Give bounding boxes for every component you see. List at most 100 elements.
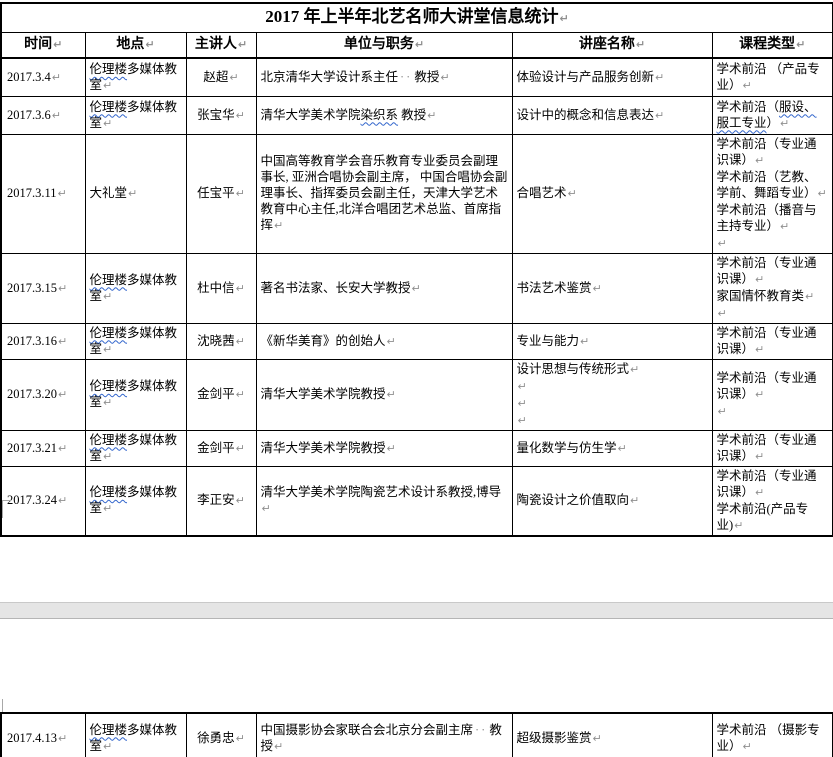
paragraph: 学术前沿（播音与主持专业）↵ [717, 202, 829, 235]
column-header-课程类型[interactable]: 课程类型↵ [712, 32, 833, 58]
paragraph-mark: ↵ [636, 38, 645, 51]
cell-time[interactable]: 2017.3.20↵ [1, 359, 85, 430]
cell-lecture-name[interactable]: 专业与能力↵ [512, 323, 712, 359]
cell-lecture-name[interactable]: 书法艺术鉴赏↵ [512, 253, 712, 323]
cell-course-type[interactable]: 学术前沿（专业通识课）↵ [712, 323, 833, 359]
cell-lecture-name[interactable]: 合唱艺术↵ [512, 134, 712, 253]
cell-lecture-name[interactable]: 陶瓷设计之价值取向↵ [512, 466, 712, 536]
text-segment: 陶瓷设计之价值取向 [517, 493, 630, 507]
paragraph: 书法艺术鉴赏↵ [517, 280, 708, 297]
column-header-时间[interactable]: 时间↵ [1, 32, 85, 58]
text-segment: 设计思想与传统形式 [517, 362, 630, 376]
cell-time[interactable]: 2017.3.24↵ [1, 466, 85, 536]
paragraph-mark: ↵ [655, 109, 664, 122]
cell-unit-position[interactable]: 清华大学美术学院教授↵ [256, 430, 512, 466]
cell-location[interactable]: 伦理楼多媒体教室↵ [85, 96, 186, 134]
text-segment: 家国情怀教育类 [717, 289, 805, 303]
paragraph-mark: ↵ [103, 396, 112, 409]
cell-time[interactable]: 2017.3.11↵ [1, 134, 85, 253]
paragraph-mark: ↵ [780, 220, 789, 233]
paragraph: 清华大学美术学院染织系 教授↵ [261, 107, 508, 124]
text-segment: 清华大学美术学院教授 [261, 441, 386, 455]
cell-lecture-name[interactable]: 设计思想与传统形式↵↵↵↵ [512, 359, 712, 430]
table-row: 2017.3.21↵伦理楼多媒体教室↵金剑平↵清华大学美术学院教授↵量化数学与仿… [1, 430, 833, 466]
text-segment: 《新华美育》的创始人 [261, 334, 386, 348]
paragraph-mark: ↵ [58, 388, 67, 401]
cell-time[interactable]: 2017.3.4↵ [1, 58, 85, 96]
cell-location[interactable]: 大礼堂↵ [85, 134, 186, 253]
cell-unit-position[interactable]: 中国摄影协会家联合会北京分会副主席··教授↵ [256, 713, 512, 757]
cell-speaker[interactable]: 沈晓茜↵ [186, 323, 256, 359]
cell-lecture-name[interactable]: 量化数学与仿生学↵ [512, 430, 712, 466]
cell-location[interactable]: 伦理楼多媒体教室↵ [85, 430, 186, 466]
paragraph: 北京清华大学设计系主任··教授↵ [261, 69, 508, 86]
text-segment: 大礼堂 [90, 186, 128, 200]
cell-course-type[interactable]: 学术前沿（专业通识课）↵ [712, 430, 833, 466]
text-segment: 北京清华大学设计系主任 [261, 70, 399, 84]
table-row: 2017.4.13↵伦理楼多媒体教室↵徐勇忠↵中国摄影协会家联合会北京分会副主席… [1, 713, 833, 757]
cell-lecture-name[interactable]: 体验设计与产品服务创新↵ [512, 58, 712, 96]
document-title-cell[interactable]: 2017 年上半年北艺名师大讲堂信息统计↵ [1, 3, 833, 32]
paragraph: 设计思想与传统形式↵ [517, 361, 708, 378]
paragraph: 量化数学与仿生学↵ [517, 440, 708, 457]
text-segment: 李正安 [197, 493, 235, 507]
cell-time[interactable]: 2017.3.15↵ [1, 253, 85, 323]
cell-time[interactable]: 2017.3.6↵ [1, 96, 85, 134]
cell-time[interactable]: 2017.3.16↵ [1, 323, 85, 359]
paragraph: 金剑平↵ [189, 386, 254, 403]
paragraph: 家国情怀教育类↵ [717, 288, 829, 305]
paragraph: 2017.3.11↵ [7, 185, 81, 202]
cell-speaker[interactable]: 杜中信↵ [186, 253, 256, 323]
cell-location[interactable]: 伦理楼多媒体教室↵ [85, 58, 186, 96]
column-header-单位与职务[interactable]: 单位与职务↵ [256, 32, 512, 58]
cell-course-type[interactable]: 学术前沿 （产品专业）↵ [712, 58, 833, 96]
paragraph-mark: ↵ [415, 38, 424, 51]
paragraph: 伦理楼多媒体教室↵ [90, 432, 182, 465]
cell-course-type[interactable]: 学术前沿（服设、服工专业）↵ [712, 96, 833, 134]
text-segment: 著名书法家、长安大学教授 [261, 281, 411, 295]
paragraph-mark: ↵ [755, 486, 764, 499]
cell-speaker[interactable]: 任宝平↵ [186, 134, 256, 253]
cell-speaker[interactable]: 张宝华↵ [186, 96, 256, 134]
cell-location[interactable]: 伦理楼多媒体教室↵ [85, 359, 186, 430]
column-header-讲座名称[interactable]: 讲座名称↵ [512, 32, 712, 58]
paragraph: 大礼堂↵ [90, 185, 182, 202]
cell-location[interactable]: 伦理楼多媒体教室↵ [85, 253, 186, 323]
cell-course-type[interactable]: 学术前沿（专业通识课）↵家国情怀教育类↵↵ [712, 253, 833, 323]
cell-location[interactable]: 伦理楼多媒体教室↵ [85, 713, 186, 757]
cell-unit-position[interactable]: 清华大学美术学院教授↵ [256, 359, 512, 430]
spellcheck-flagged-text: 伦理楼 [90, 62, 128, 76]
column-header-地点[interactable]: 地点↵ [85, 32, 186, 58]
column-header-主讲人[interactable]: 主讲人↵ [186, 32, 256, 58]
cell-time[interactable]: 2017.3.21↵ [1, 430, 85, 466]
cell-speaker[interactable]: 李正安↵ [186, 466, 256, 536]
cell-course-type[interactable]: 学术前沿（专业通识课）↵学术前沿(产品专业)↵ [712, 466, 833, 536]
cell-unit-position[interactable]: 北京清华大学设计系主任··教授↵ [256, 58, 512, 96]
cell-unit-position[interactable]: 清华大学美术学院染织系 教授↵ [256, 96, 512, 134]
cell-speaker[interactable]: 金剑平↵ [186, 430, 256, 466]
cell-course-type[interactable]: 学术前沿（专业通识课）↵↵ [712, 359, 833, 430]
cell-speaker[interactable]: 赵超↵ [186, 58, 256, 96]
cell-speaker[interactable]: 徐勇忠↵ [186, 713, 256, 757]
cell-course-type[interactable]: 学术前沿 （摄影专业）↵ [712, 713, 833, 757]
cell-unit-position[interactable]: 清华大学美术学院陶瓷艺术设计系教授,博导↵ [256, 466, 512, 536]
cell-lecture-name[interactable]: 设计中的概念和信息表达↵ [512, 96, 712, 134]
paragraph: 金剑平↵ [189, 440, 254, 457]
text-segment: 学术前沿（播音与主持专业） [717, 203, 817, 233]
cell-location[interactable]: 伦理楼多媒体教室↵ [85, 466, 186, 536]
cell-speaker[interactable]: 金剑平↵ [186, 359, 256, 430]
paragraph-mark: ↵ [236, 388, 245, 401]
paragraph-mark: ↵ [387, 442, 396, 455]
text-segment: 学术前沿（专业通识课） [717, 256, 817, 286]
paragraph-mark: ↵ [818, 187, 827, 200]
cell-unit-position[interactable]: 《新华美育》的创始人↵ [256, 323, 512, 359]
cell-unit-position[interactable]: 中国高等教育学会音乐教育专业委员会副理事长, 亚洲合唱协会副主席， 中国合唱协会… [256, 134, 512, 253]
cell-location[interactable]: 伦理楼多媒体教室↵ [85, 323, 186, 359]
text-segment: 学术前沿（专业通识课） [717, 326, 817, 356]
text-segment: 学术前沿（专业通识课） [717, 371, 817, 401]
cell-time[interactable]: 2017.4.13↵ [1, 713, 85, 757]
cell-unit-position[interactable]: 著名书法家、长安大学教授↵ [256, 253, 512, 323]
cell-course-type[interactable]: 学术前沿（专业通识课）↵学术前沿（艺教、学前、舞蹈专业）↵学术前沿（播音与主持专… [712, 134, 833, 253]
cell-lecture-name[interactable]: 超级摄影鉴赏↵ [512, 713, 712, 757]
paragraph-mark: ↵ [440, 71, 449, 84]
